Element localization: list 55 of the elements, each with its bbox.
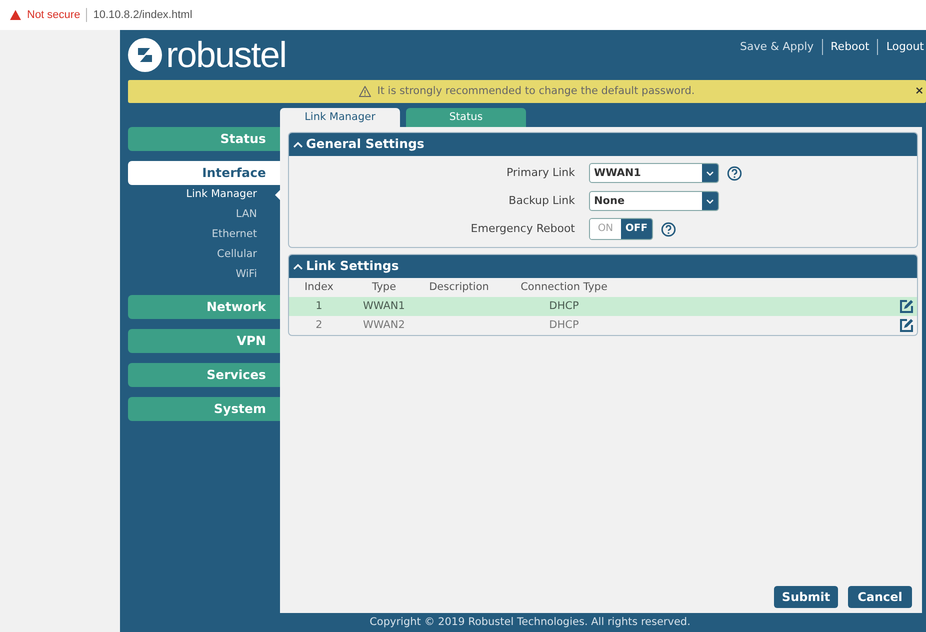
sidebar-item[interactable]: Interface (128, 161, 280, 185)
column-header: Index (304, 280, 334, 295)
submenu-item[interactable]: Cellular (128, 245, 280, 265)
footer-text: Copyright © 2019 Robustel Technologies. All rights reserved. (368, 615, 692, 630)
dropdown-caret-icon (706, 170, 714, 176)
form-button[interactable]: Submit (774, 586, 838, 608)
field-label: Primary Link (505, 164, 576, 181)
tab[interactable]: Status (406, 108, 526, 127)
column-header: Connection Type (520, 280, 608, 295)
table-cell-text: WWAN1 (362, 298, 406, 314)
field-label: Emergency Reboot (470, 220, 576, 237)
help-icon[interactable] (661, 222, 676, 236)
table-row[interactable]: 1 WWAN1 DHCP (289, 297, 917, 316)
security-label: Not secure (27, 8, 80, 23)
warning-icon (359, 86, 372, 97)
tab[interactable]: Link Manager (280, 108, 400, 127)
table-cell-text: DHCP (548, 318, 580, 333)
submenu-item[interactable]: Link Manager (128, 185, 280, 205)
submenu-item[interactable]: WiFi (128, 265, 280, 285)
column-header: Description (428, 280, 490, 295)
panel-title: Link Settings (306, 257, 399, 276)
collapse-icon[interactable] (293, 141, 303, 148)
sidebar-item[interactable]: System (128, 397, 280, 421)
panel-title: General Settings (306, 135, 424, 154)
edit-icon[interactable] (899, 299, 914, 314)
column-header: Type (370, 280, 398, 295)
header-link[interactable]: Save & Apply (740, 38, 814, 56)
dropdown-caret-icon (706, 198, 714, 204)
form-button[interactable]: Cancel (848, 586, 912, 608)
logo-icon (128, 38, 162, 72)
sidebar-item[interactable]: Services (128, 363, 280, 387)
edit-icon[interactable] (899, 318, 914, 333)
collapse-icon[interactable] (293, 263, 303, 270)
address-bar[interactable]: 10.10.8.2/index.html (93, 6, 192, 24)
dropdown[interactable]: None (589, 191, 719, 211)
help-icon[interactable] (727, 166, 742, 180)
table-cell-text: 1 (314, 298, 324, 314)
logo-text: robustel (166, 37, 286, 73)
warning-icon (10, 10, 21, 20)
sidebar-item[interactable]: Network (128, 295, 280, 319)
submenu-item[interactable]: LAN (128, 205, 280, 225)
field-label: Backup Link (508, 192, 576, 209)
toggle-switch[interactable]: ON OFF (589, 218, 653, 240)
banner-text: It is strongly recommended to change the default password. (377, 84, 695, 99)
close-button[interactable]: × (914, 83, 924, 100)
table-cell-text: 2 (314, 318, 324, 333)
dropdown[interactable]: WWAN1 (589, 163, 719, 183)
submenu-item[interactable]: Ethernet (128, 225, 280, 245)
sidebar-item[interactable]: Status (128, 127, 280, 151)
header-link[interactable]: Reboot (830, 38, 870, 56)
sidebar-item[interactable]: VPN (128, 329, 280, 353)
table-cell-text: WWAN2 (362, 318, 406, 333)
header-link[interactable]: Logout (886, 38, 924, 56)
table-row[interactable]: 2 WWAN2 DHCP (289, 316, 917, 335)
table-cell-text: DHCP (548, 298, 580, 314)
